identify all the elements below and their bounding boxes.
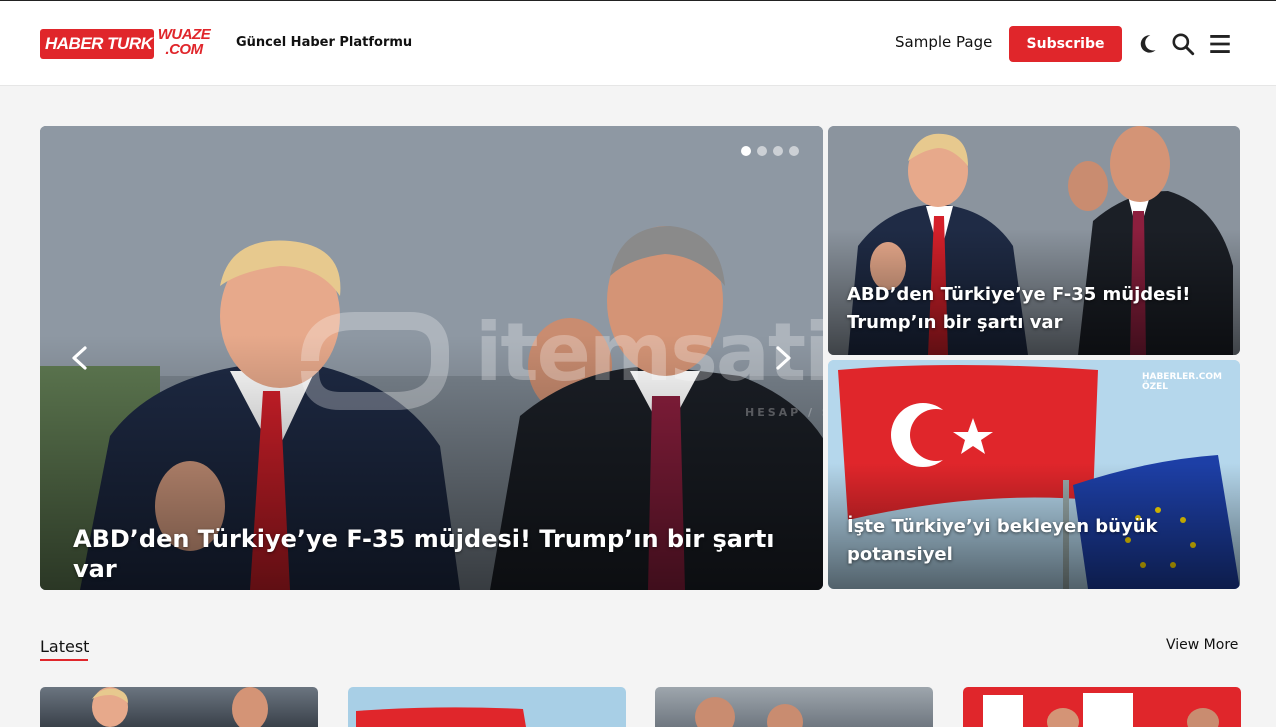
latest-heading: Latest: [40, 637, 90, 656]
logo-sub-line2: .COM: [165, 41, 203, 58]
source-badge: HABERLER.COM ÖZEL: [1142, 372, 1222, 392]
slider-dot-2[interactable]: [757, 146, 767, 156]
chevron-right-icon[interactable]: [768, 341, 798, 375]
latest-thumbnail[interactable]: [655, 687, 933, 727]
site-header: HABER TURK WUAZE .COM Güncel Haber Platf…: [0, 1, 1276, 86]
subscribe-button[interactable]: Subscribe: [1009, 26, 1122, 62]
featured-card[interactable]: ABD’den Türkiye’ye F-35 müjdesi! Trump’ı…: [828, 126, 1240, 355]
featured-card[interactable]: HABERLER.COM ÖZEL İşte Türkiye’yi bekley…: [828, 360, 1240, 589]
latest-thumbnail[interactable]: [348, 687, 626, 727]
source-badge-line2: ÖZEL: [1141, 382, 1169, 392]
watermark: itemsatis HESAP / SKIN / ITEM / EPIN .co…: [290, 306, 823, 426]
hero-slider[interactable]: itemsatis HESAP / SKIN / ITEM / EPIN .co…: [40, 126, 823, 590]
featured-card-title[interactable]: ABD’den Türkiye’ye F-35 müjdesi! Trump’ı…: [847, 281, 1207, 337]
logo-main-text: HABER TURK: [40, 29, 154, 59]
latest-thumbnail-image: [983, 693, 1219, 727]
site-logo[interactable]: HABER TURK WUAZE .COM: [40, 27, 212, 61]
latest-thumbnail-image: [356, 707, 526, 727]
watermark-logo-icon: [301, 312, 449, 410]
search-icon[interactable]: [1170, 31, 1196, 57]
view-more-link[interactable]: View More: [1166, 637, 1238, 653]
latest-thumbnail-image: [92, 687, 268, 727]
latest-thumbnail[interactable]: [40, 687, 318, 727]
source-badge-line1: HABERLER.COM: [1141, 372, 1222, 382]
nav-link-sample-page[interactable]: Sample Page: [895, 33, 992, 51]
latest-thumbnail-image: [695, 697, 803, 727]
featured-card-title[interactable]: İşte Türkiye’yi bekleyen büyük potansiye…: [847, 513, 1207, 569]
logo-sub-line1: WUAZE: [157, 26, 211, 43]
slider-pagination: [741, 146, 799, 156]
logo-sub-text: WUAZE .COM: [154, 27, 214, 61]
chevron-left-icon[interactable]: [65, 341, 95, 375]
moon-icon[interactable]: [1134, 31, 1160, 57]
latest-thumbnail[interactable]: [963, 687, 1241, 727]
slider-dot-1[interactable]: [741, 146, 751, 156]
watermark-subtext: HESAP / SKIN / ITEM / EPIN .com: [745, 406, 823, 419]
slider-dot-3[interactable]: [773, 146, 783, 156]
site-tagline: Güncel Haber Platformu: [236, 35, 413, 50]
latest-underline: [40, 659, 88, 661]
slider-dot-4[interactable]: [789, 146, 799, 156]
hero-headline[interactable]: ABD’den Türkiye’ye F-35 müjdesi! Trump’ı…: [73, 524, 813, 584]
menu-icon[interactable]: [1207, 31, 1233, 57]
